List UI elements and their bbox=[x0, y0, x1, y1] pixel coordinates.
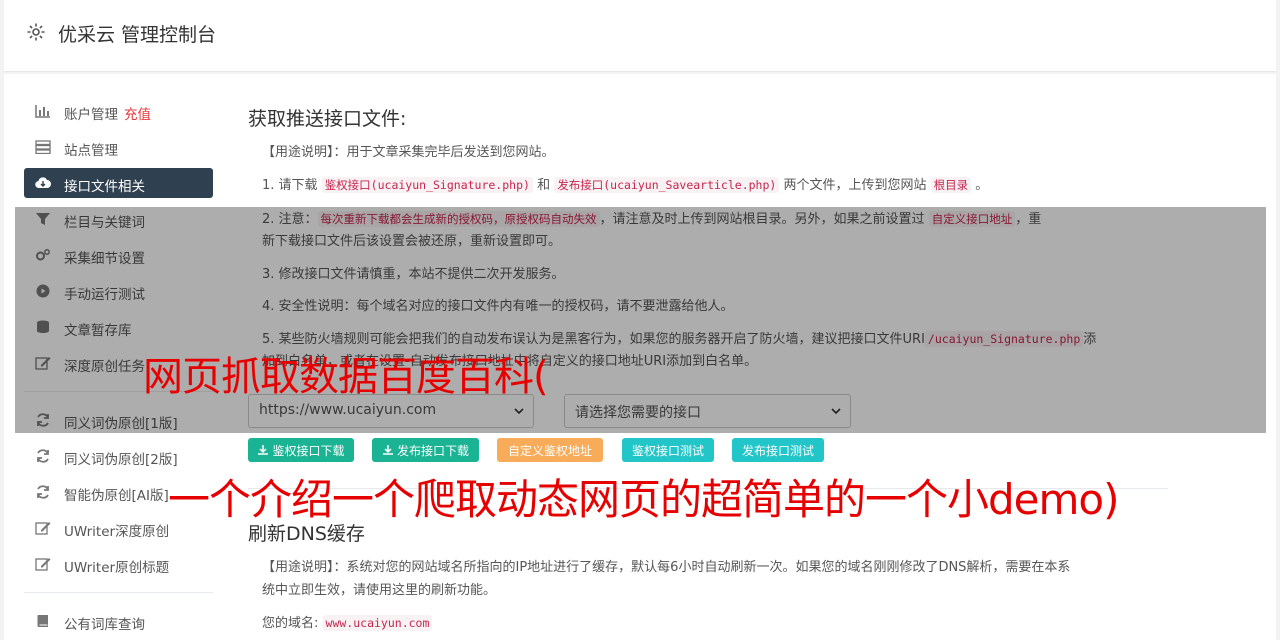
section-heading-api-files: 获取推送接口文件: bbox=[248, 108, 407, 130]
top-header: 优采云 管理控制台 bbox=[4, 0, 1276, 72]
sidebar-item-label: UWriter原创标题 bbox=[64, 560, 170, 576]
custom-signature-url-button[interactable]: 自定义鉴权地址 bbox=[497, 438, 603, 462]
sidebar-item-label: UWriter深度原创 bbox=[64, 524, 170, 540]
sidebar-item-public-lexicon[interactable]: 公有词库查询 bbox=[24, 606, 213, 636]
download-publish-button[interactable]: 发布接口下载 bbox=[372, 438, 479, 462]
domain-row: 您的域名: www.ucaiyun.com bbox=[262, 613, 433, 634]
bar-chart-icon bbox=[35, 105, 50, 118]
recharge-link[interactable]: 充值 bbox=[124, 107, 151, 123]
dns-usage-line2: 统中立即生效，请使用这里的刷新功能。 bbox=[262, 583, 497, 598]
sidebar-item-account[interactable]: 账户管理 充值 bbox=[24, 96, 213, 126]
download-icon bbox=[258, 445, 269, 455]
overlay-title-line1: 网页抓取数据百度百科( bbox=[143, 354, 549, 400]
sidebar-item-label: 同义词伪原创[2版] bbox=[64, 452, 178, 468]
sidebar-divider bbox=[24, 592, 213, 593]
code-signature-api: 鉴权接口(ucaiyun_Signature.php) bbox=[321, 177, 533, 193]
domain-value: www.ucaiyun.com bbox=[322, 615, 433, 631]
gear-icon[interactable] bbox=[26, 22, 46, 42]
dns-usage-line1: 【用途说明】：系统对您的网站域名所指向的IP地址进行了缓存，默认每6小时自动刷新… bbox=[262, 560, 1071, 575]
sidebar-item-label: 账户管理 bbox=[64, 107, 118, 123]
step-1: 1. 请下载 鉴权接口(ucaiyun_Signature.php) 和 发布接… bbox=[262, 177, 989, 193]
overlay-title-line2: 一个介绍一个爬取动态网页的超简单的一个小demo) bbox=[168, 475, 1119, 524]
usage-note: 【用途说明】：用于文章采集完毕后发送到您网站。 bbox=[262, 145, 555, 160]
server-icon bbox=[35, 140, 51, 154]
edit-icon bbox=[35, 522, 51, 535]
refresh-icon bbox=[37, 449, 49, 463]
code-root-dir: 根目录 bbox=[930, 177, 972, 193]
sidebar-item-sites[interactable]: 站点管理 bbox=[24, 132, 213, 162]
code-publish-api: 发布接口(ucaiyun_Savearticle.php) bbox=[554, 177, 780, 193]
test-signature-button[interactable]: 鉴权接口测试 bbox=[622, 438, 714, 462]
refresh-icon bbox=[37, 485, 49, 499]
app-title: 优采云 管理控制台 bbox=[58, 24, 217, 46]
book-icon bbox=[37, 615, 48, 627]
domain-label: 您的域名: bbox=[262, 616, 319, 631]
sidebar-item-api-files[interactable]: 接口文件相关 bbox=[24, 168, 213, 198]
sidebar-item-label: 公有词库查询 bbox=[64, 617, 145, 633]
edit-icon bbox=[35, 558, 51, 571]
cloud-download-icon bbox=[35, 177, 51, 189]
sidebar-item-label: 接口文件相关 bbox=[64, 179, 145, 195]
sidebar-item-label: 站点管理 bbox=[64, 143, 118, 159]
sidebar-item-uwriter-title[interactable]: UWriter原创标题 bbox=[24, 549, 213, 579]
test-publish-button[interactable]: 发布接口测试 bbox=[732, 438, 824, 462]
download-icon bbox=[382, 445, 393, 455]
download-signature-button[interactable]: 鉴权接口下载 bbox=[248, 438, 354, 462]
sidebar-item-label: 智能伪原创[AI版] bbox=[64, 488, 169, 504]
